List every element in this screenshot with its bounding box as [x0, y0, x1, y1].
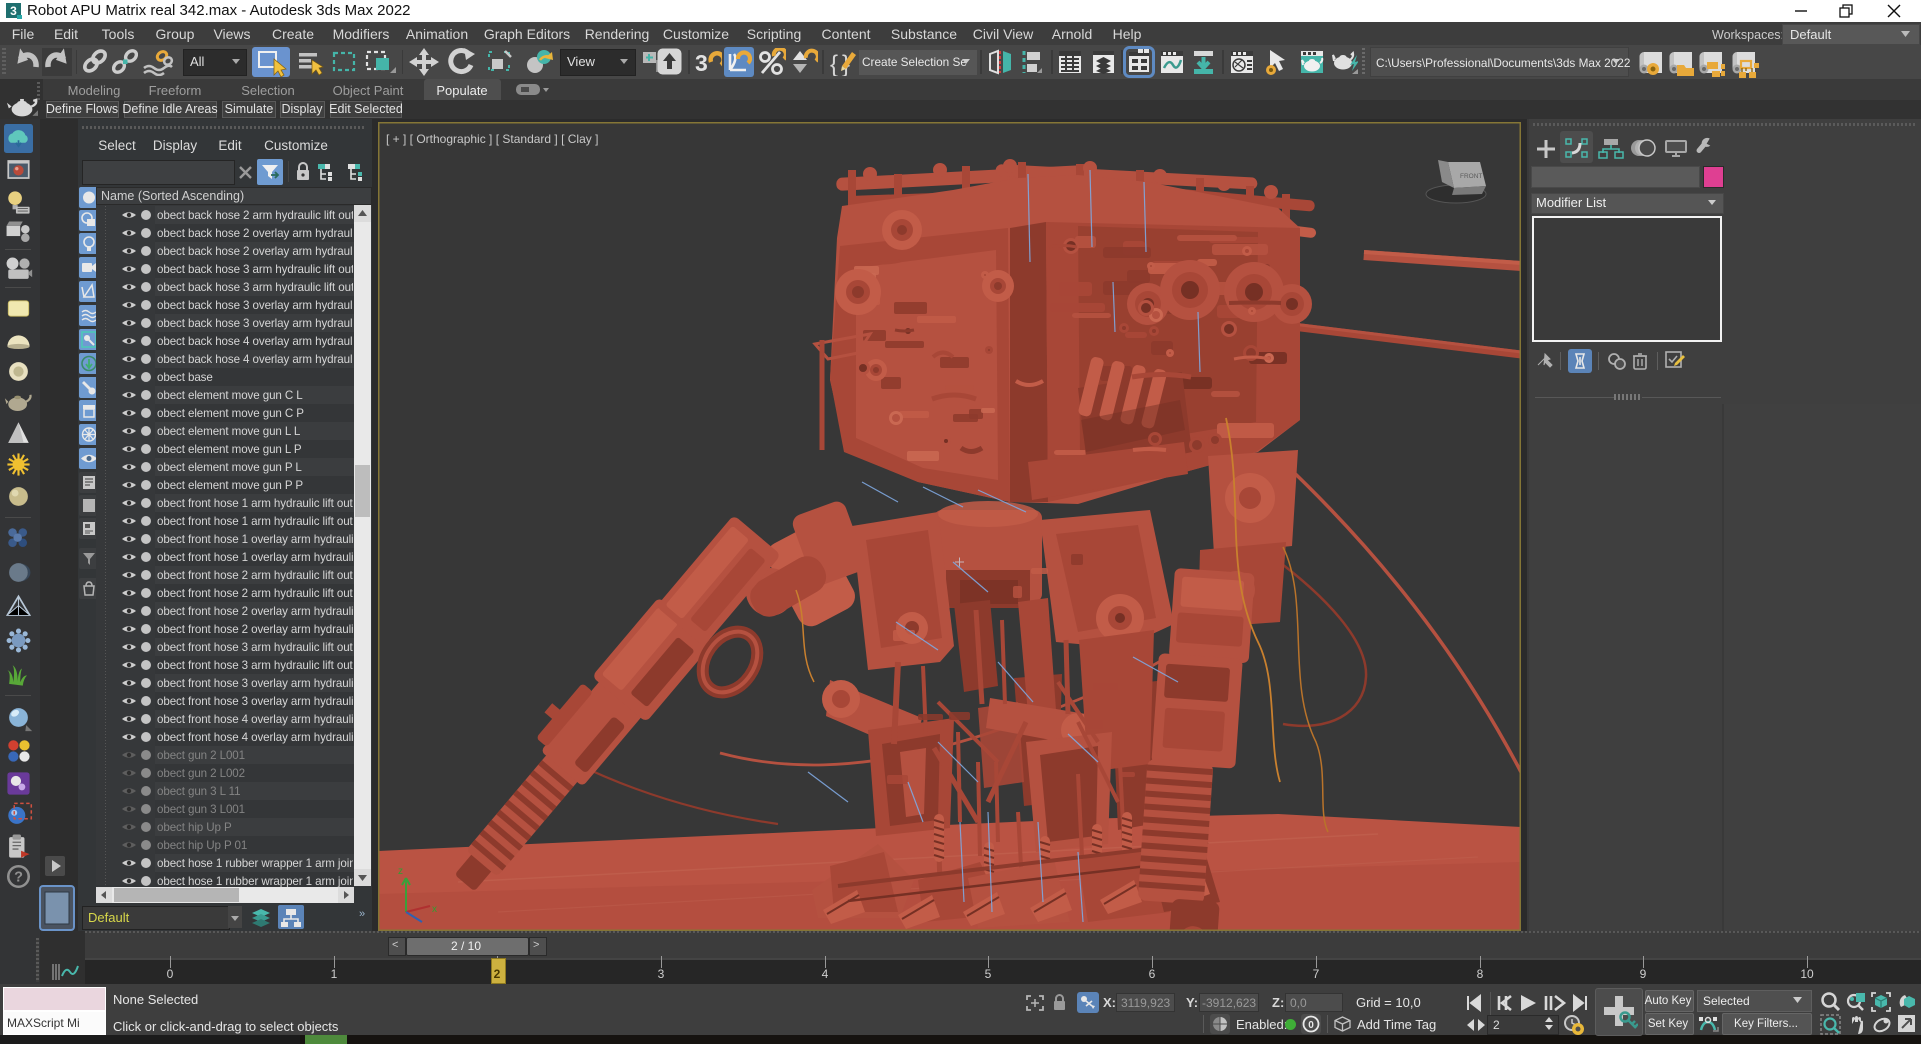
svg-text:FRONT: FRONT [1460, 173, 1482, 180]
svg-text:0: 0 [1308, 1020, 1314, 1031]
svg-text:{: { [830, 51, 838, 76]
svg-text:z: z [398, 866, 403, 877]
svg-text:x: x [432, 904, 437, 915]
svg-text:3: 3 [10, 4, 17, 18]
svg-text:[ + ] [ Orthographic ] [ Stand: [ + ] [ Orthographic ] [ Standard ] [ Cl… [386, 132, 598, 146]
svg-text:?: ? [14, 870, 23, 886]
svg-text:3: 3 [695, 50, 708, 76]
